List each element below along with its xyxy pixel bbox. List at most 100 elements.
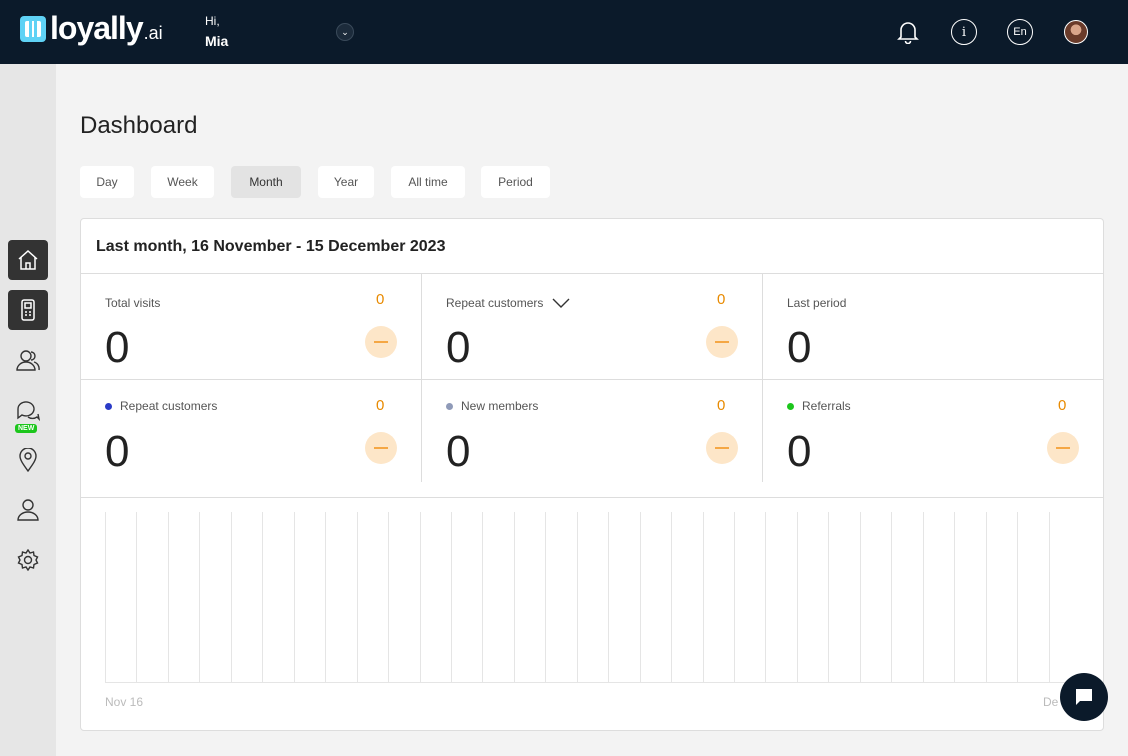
trend-neutral-icon [706, 326, 738, 358]
notifications-button[interactable] [895, 19, 921, 45]
period-week-button[interactable]: Week [151, 166, 214, 198]
language-label: En [1013, 26, 1027, 38]
trend-neutral-icon [1047, 432, 1079, 464]
sidebar-item-customers[interactable] [8, 340, 48, 380]
legend-item: Referrals [787, 399, 851, 413]
stat-delta: 0 [376, 397, 385, 414]
support-chat-button[interactable] [1060, 673, 1108, 721]
chart-bar [325, 512, 326, 682]
stat-value: 0 [787, 323, 812, 372]
new-badge: NEW [15, 424, 38, 433]
chart-bar [168, 512, 169, 682]
period-custom-button[interactable]: Period [481, 166, 550, 198]
stat-new-members: New members 0 0 [422, 380, 763, 490]
sidebar-item-locations[interactable] [8, 440, 48, 480]
account-dropdown-button[interactable]: ⌄ [336, 23, 354, 41]
stat-referrals: Referrals 0 0 [763, 380, 1104, 490]
stat-label: Repeat customers [120, 399, 218, 413]
user-greeting: Hi, Mia [205, 14, 228, 49]
stat-label: Repeat customers [446, 296, 544, 310]
device-icon [21, 299, 35, 321]
main-content: Dashboard Day Week Month Year All time P… [56, 64, 1128, 756]
location-pin-icon [19, 448, 37, 472]
stat-delta: 0 [717, 397, 726, 414]
chart-bar [954, 512, 955, 682]
info-button[interactable]: i [951, 19, 977, 45]
sidebar-item-settings[interactable] [8, 540, 48, 580]
chart-bar [608, 512, 609, 682]
chart-bar [986, 512, 987, 682]
chart-bar [482, 512, 483, 682]
chart-bar [1049, 512, 1050, 682]
sidebar-item-home[interactable] [8, 240, 48, 280]
stat-label: Total visits [105, 296, 161, 310]
info-icon: i [961, 24, 967, 40]
chart-bar [860, 512, 861, 682]
avatar[interactable] [1064, 20, 1088, 44]
period-month-button[interactable]: Month [231, 166, 301, 198]
chart-bar [923, 512, 924, 682]
chevron-down-icon: ⌄ [341, 26, 349, 37]
legend-dot [105, 402, 112, 410]
stat-label-dropdown[interactable]: Repeat customers [446, 296, 570, 310]
chart-bar [105, 512, 106, 682]
user-name: Mia [205, 33, 229, 49]
chart-bar [136, 512, 137, 682]
x-tick-label-end: De [1043, 695, 1059, 709]
logo-mark-icon [20, 16, 46, 42]
logo[interactable]: loyally .ai [20, 10, 163, 46]
language-button[interactable]: En [1007, 19, 1033, 45]
chart-bar [294, 512, 295, 682]
page-title: Dashboard [80, 112, 198, 139]
trend-neutral-icon [706, 432, 738, 464]
stat-delta: 0 [376, 291, 385, 308]
sidebar-item-terminal[interactable] [8, 290, 48, 330]
period-alltime-button[interactable]: All time [391, 166, 465, 198]
stat-value: 0 [787, 427, 812, 476]
stat-value: 0 [446, 323, 471, 372]
user-icon [17, 499, 39, 521]
chart-bar [577, 512, 578, 682]
trend-neutral-icon [365, 326, 397, 358]
stat-total-visits: Total visits 0 0 [81, 274, 422, 379]
chart-bar [262, 512, 263, 682]
chat-icon [17, 401, 40, 421]
users-icon [16, 350, 40, 371]
stats-card: Last month, 16 November - 15 December 20… [80, 218, 1104, 731]
legend-item: Repeat customers [105, 399, 217, 413]
chart-bar [388, 512, 389, 682]
home-icon [18, 249, 38, 270]
trend-neutral-icon [365, 432, 397, 464]
chart-bar [891, 512, 892, 682]
visits-chart [105, 512, 1080, 685]
sidebar-item-profile[interactable] [8, 490, 48, 530]
stat-label: New members [461, 399, 539, 413]
chart-bar [828, 512, 829, 682]
stat-value: 0 [105, 323, 130, 372]
divider [81, 497, 1103, 498]
chart-bar [420, 512, 421, 682]
chart-bar [797, 512, 798, 682]
stat-label: Referrals [802, 399, 851, 413]
card-heading: Last month, 16 November - 15 December 20… [81, 219, 1103, 274]
x-tick-label-start: Nov 16 [105, 695, 144, 709]
period-year-button[interactable]: Year [318, 166, 374, 198]
legend-dot [446, 402, 453, 410]
logo-suffix: .ai [143, 23, 163, 43]
stat-repeat-customers-series: Repeat customers 0 0 [81, 380, 422, 490]
chart-bar [357, 512, 358, 682]
greeting-text: Hi, [205, 14, 220, 28]
chart-bar [671, 512, 672, 682]
sidebar: NEW [0, 64, 56, 756]
chart-baseline [105, 682, 1080, 683]
bell-icon [897, 22, 919, 44]
gear-icon [17, 549, 39, 571]
logo-text: loyally [50, 10, 144, 46]
stat-value: 0 [446, 427, 471, 476]
period-day-button[interactable]: Day [80, 166, 134, 198]
stat-label: Last period [787, 296, 847, 310]
legend-dot [787, 402, 794, 410]
legend-item: New members [446, 399, 538, 413]
chart-bar [199, 512, 200, 682]
chart-bar [703, 512, 704, 682]
